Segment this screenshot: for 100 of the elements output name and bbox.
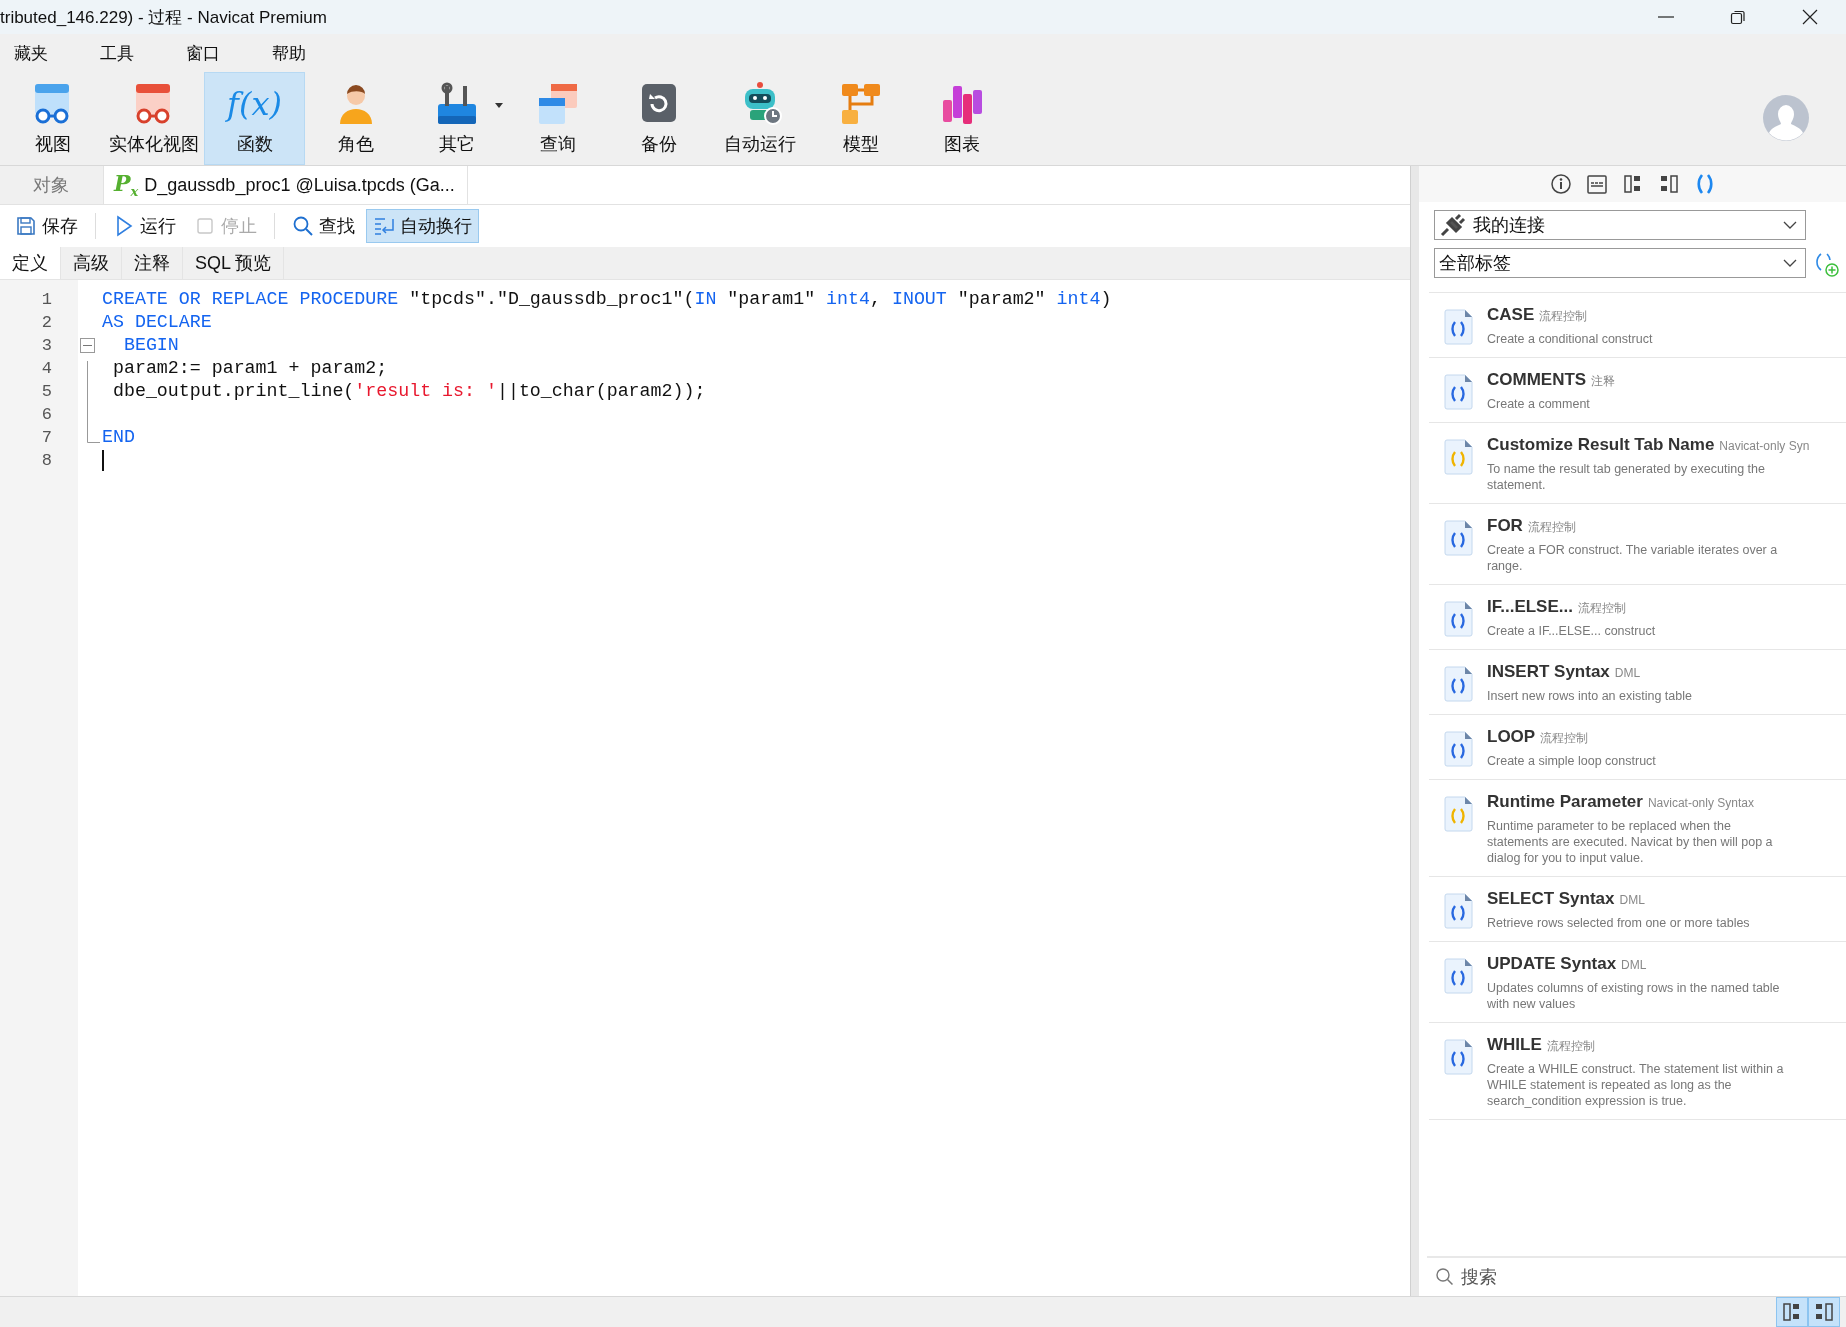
toolbar-button[interactable]: 查询 [507,72,608,165]
code-snippet-icon [1443,796,1473,832]
line-number: 7 [40,427,53,449]
code-snippet-icon [1443,958,1473,994]
snippet-description: Create a comment [1487,396,1591,412]
snippet-category: 流程控制 [1539,308,1588,325]
snippet-category: 注释 [1591,373,1616,390]
snippet-title[interactable]: FOR [1487,516,1523,536]
layout-icon [1813,1301,1835,1323]
line-number: 8 [40,450,53,472]
window-title: tributed_146.229) - 过程 - Navicat Premium [0,6,328,29]
chevron-down-icon [1783,220,1797,230]
code-snippet-icon [1443,1039,1473,1075]
snippet-title[interactable]: CASE [1487,305,1535,325]
menu-item[interactable]: 帮助 [272,41,334,65]
code-line: END [102,427,135,447]
toolbar-button[interactable]: 角色 [305,72,406,165]
snippet-description: Retrieve rows selected from one or more tables [1487,915,1751,931]
code-snippet-icon [1443,893,1473,929]
plug-icon [1439,213,1467,237]
save-icon [15,215,37,237]
stop-icon [194,215,216,237]
snippet-category: DML [1619,893,1645,907]
layout-toggle-button[interactable] [1776,1297,1808,1327]
restore-icon [1730,9,1746,25]
snippet-category: 流程控制 [1540,730,1589,747]
line-number: 1 [40,289,53,311]
snippet-category: DML [1621,958,1647,972]
snippet-title[interactable]: WHILE [1487,1035,1542,1055]
snippet-description: Updates columns of existing rows in the named table with new values [1487,980,1781,1012]
code-snippet-icon [1443,601,1473,637]
snippet-title[interactable]: UPDATE Syntax [1487,954,1617,974]
tab[interactable]: 定义 [0,247,61,279]
line-number: 3 [40,335,53,357]
search-icon [1435,1267,1455,1287]
code-snippet-icon [1443,520,1473,556]
menu-item[interactable]: 窗口 [186,41,248,65]
search-field[interactable]: 搜索 [1459,1265,1846,1289]
snippet-description: Create a simple loop construct [1487,753,1657,769]
toolbar-button[interactable]: 图表 [911,72,1012,165]
wrap-icon [373,215,395,237]
toolbar-button[interactable]: 自动运行 [709,72,810,165]
code-snippet-icon [1443,374,1473,410]
snippet-title[interactable]: COMMENTS [1487,370,1587,390]
close-icon [1802,9,1818,25]
ddl-document-icon [1585,173,1608,195]
snippet-title[interactable]: Customize Result Tab Name [1487,435,1715,455]
snippet-title[interactable]: INSERT Syntax [1487,662,1610,682]
snippet-description: Create a IF...ELSE... construct [1487,623,1657,639]
layout-toggle-button[interactable] [1808,1297,1840,1327]
snippet-description: Create a conditional construct [1487,331,1654,347]
menu-item[interactable]: 工具 [100,41,162,65]
toolbar-button[interactable]: 查找 [285,209,362,243]
line-number: 5 [40,381,53,403]
code-line: AS DECLARE [102,312,212,332]
toolbar-button[interactable]: 保存 [8,209,85,243]
minimize-icon [1658,16,1674,18]
procedure-icon: P$_{x}$ [114,170,139,200]
snippet-category: 流程控制 [1527,519,1576,536]
toolbar-button[interactable]: 实体化视图 [103,72,204,165]
snippet-description: Insert new rows into an existing table [1487,688,1693,704]
add-snippet-icon[interactable] [1814,252,1840,278]
object-tab[interactable]: 对象 [0,166,104,204]
info-icon [1549,173,1572,195]
toolbar-button[interactable]: 自动换行 [366,209,479,243]
snippet-description: To name the result tab generated by executing the statement. [1487,461,1766,493]
code-line: param2:= param1 + param2; [111,358,388,378]
snippet-category: Navicat-only Syntax [1647,796,1754,810]
snippet-description: Create a FOR construct. The variable iterates over a range. [1487,542,1779,574]
connection-select[interactable]: 我的连接 [1434,210,1806,240]
snippet-category: DML [1614,666,1641,680]
snippet-category: 流程控制 [1546,1038,1595,1055]
toolbar-button[interactable]: f(x) 函数 [204,72,305,165]
snippet-category: 流程控制 [1577,600,1626,617]
line-number: 4 [40,358,53,380]
snippet-category: Navicat-only Syn [1719,439,1810,453]
snippet-title[interactable]: Runtime Parameter [1487,792,1643,812]
code-snippet-icon [1443,666,1473,702]
menu-item[interactable]: 藏夹 [14,41,76,65]
line-number: 6 [40,404,53,426]
tag-select[interactable]: 全部标签 [1434,248,1806,278]
snippet-description: Create a WHILE construct. The statement list within a WHILE statement is repeated as long as the search_condition expression is true. [1487,1061,1785,1109]
code-line: dbe_output.print_line('result is: '||to_char(param2)); [111,381,706,401]
toolbar-button[interactable]: 视图 [2,72,103,165]
code-line: CREATE OR REPLACE PROCEDURE "tpcds"."D_gaussdb_proc1"(IN "param1" int4, INOUT "param2" int4) [102,289,1112,309]
toolbar-button[interactable]: 模型 [810,72,911,165]
toolbar-button[interactable]: 其它 [406,72,507,165]
snippet-title[interactable]: IF...ELSE... [1487,597,1573,617]
toolbar-button[interactable]: 备份 [608,72,709,165]
line-number: 2 [40,312,53,334]
toolbar-button[interactable]: 运行 [106,209,183,243]
snippet-title[interactable]: LOOP [1487,727,1536,747]
chevron-down-icon [1783,258,1797,268]
code-line: BEGIN [122,335,179,355]
collapse-icon[interactable] [80,338,95,353]
function-icon: f(x) [227,81,282,126]
search-icon [292,215,314,237]
snippet-description: Runtime parameter to be replaced when the statements are executed. Navicat by then will pop a dialog for you to input value. [1487,818,1774,866]
snippet-title[interactable]: SELECT Syntax [1487,889,1615,909]
code-snippet-icon [1443,731,1473,767]
